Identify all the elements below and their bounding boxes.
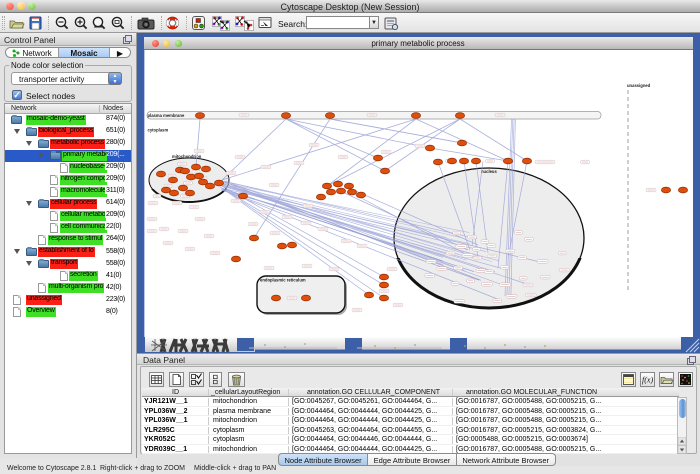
svg-text:plasma membrane: plasma membrane [147, 113, 184, 118]
svg-text:unassigned: unassigned [627, 83, 651, 88]
svg-text:cytoplasm: cytoplasm [147, 128, 168, 133]
svg-text:endoplasmic reticulum: endoplasmic reticulum [260, 278, 306, 283]
svg-text:f(x): f(x) [642, 376, 653, 385]
svg-text:nucleus: nucleus [481, 169, 497, 174]
